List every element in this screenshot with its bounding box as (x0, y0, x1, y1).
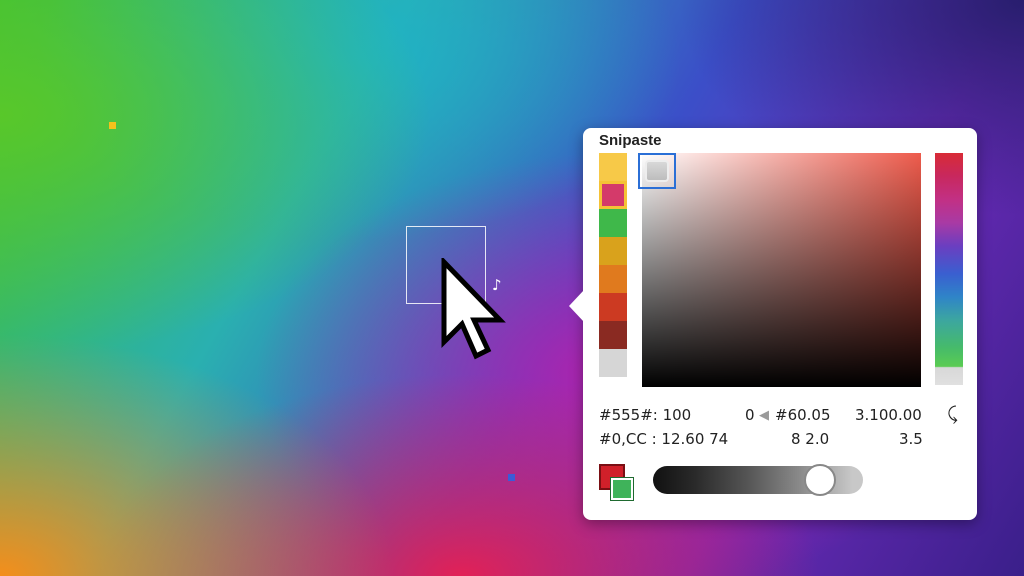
handle-preview (645, 160, 669, 182)
readout-value-e: 8 2.0 (791, 430, 830, 448)
primary-secondary-color-icon[interactable] (599, 464, 635, 500)
background-dot-blue (508, 474, 515, 481)
secondary-color-swatch[interactable] (611, 478, 633, 500)
swatch-green[interactable] (599, 209, 627, 237)
saturation-value-area[interactable] (638, 153, 921, 387)
alpha-slider[interactable] (653, 464, 863, 496)
readout-value-f: 3.5 (899, 430, 923, 448)
alpha-slider-knob[interactable] (804, 464, 836, 496)
swatch-palette (599, 153, 627, 377)
cursor-tag-icon: ♪ (492, 276, 502, 294)
saturation-value-handle[interactable] (638, 153, 676, 189)
background-dot-yellow (109, 122, 116, 129)
app-title: Snipaste (599, 132, 662, 149)
mouse-pointer-icon (441, 258, 506, 360)
swatch-red[interactable] (599, 293, 627, 321)
color-picker-panel: Snipaste #555#: 100 0 ◀ #60.05 3.100.00 … (569, 128, 977, 520)
readout-value-c: #60.05 (775, 406, 831, 424)
readout-rgb-value: #0,CC : 12.60 74 (599, 430, 729, 448)
readout-hex-value: #555#: 100 (599, 406, 692, 424)
swatch-gold[interactable] (599, 237, 627, 265)
swatch-maroon[interactable] (599, 321, 627, 349)
arrow-left-icon[interactable]: ◀ (759, 408, 769, 423)
swatch-orange[interactable] (599, 265, 627, 293)
swatch-magenta[interactable] (599, 181, 627, 209)
panel-pointer (569, 290, 584, 322)
pin-icon[interactable]: ⤹ (947, 404, 958, 425)
swatch-lightgray[interactable] (599, 349, 627, 377)
swatch-yellow[interactable] (599, 153, 627, 181)
readout-value-b: 0 (745, 406, 755, 424)
readout-value-d: 3.100.00 (855, 406, 922, 424)
hue-slider[interactable] (935, 153, 963, 385)
